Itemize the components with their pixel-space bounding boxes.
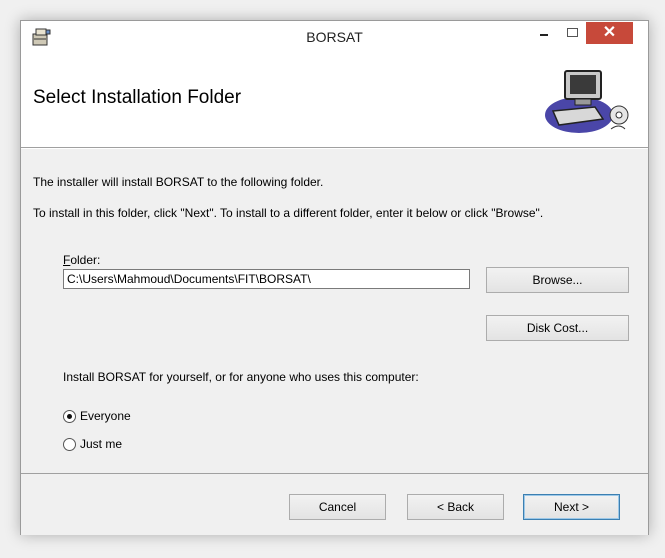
folder-path-input[interactable]	[63, 269, 470, 289]
next-button[interactable]: Next >	[523, 494, 620, 520]
cancel-button[interactable]: Cancel	[289, 494, 386, 520]
close-icon: ✕	[602, 24, 617, 41]
radio-just-me[interactable]: Just me	[63, 437, 122, 451]
folder-label: Folder:	[63, 253, 100, 267]
installer-window: BORSAT ✕ Select Installation Folder The …	[20, 20, 649, 535]
close-button[interactable]: ✕	[586, 22, 633, 44]
radio-unselected-icon[interactable]	[63, 437, 76, 451]
radio-everyone[interactable]: Everyone	[63, 409, 131, 423]
back-button[interactable]: < Back	[407, 494, 504, 520]
radio-just-me-label: Just me	[80, 437, 123, 451]
disk-cost-button[interactable]: Disk Cost...	[486, 315, 629, 341]
wizard-body: The installer will install BORSAT to the…	[21, 148, 648, 474]
browse-button[interactable]: Browse...	[486, 267, 629, 293]
maximize-button[interactable]	[558, 22, 586, 44]
minimize-button[interactable]	[530, 22, 558, 44]
title-bar[interactable]: BORSAT ✕	[21, 21, 648, 53]
wizard-header: Select Installation Folder	[21, 53, 648, 148]
radio-selected-icon[interactable]	[63, 409, 76, 423]
wizard-footer: Cancel < Back Next >	[21, 473, 648, 535]
install-scope-text: Install BORSAT for yourself, or for anyo…	[63, 370, 419, 384]
install-instructions-text: To install in this folder, click "Next".…	[33, 206, 544, 220]
computer-setup-icon	[545, 70, 629, 133]
radio-everyone-label: Everyone	[80, 409, 131, 423]
folder-label-rest: older:	[70, 253, 101, 267]
page-title: Select Installation Folder	[33, 87, 242, 108]
install-info-text: The installer will install BORSAT to the…	[33, 175, 324, 189]
